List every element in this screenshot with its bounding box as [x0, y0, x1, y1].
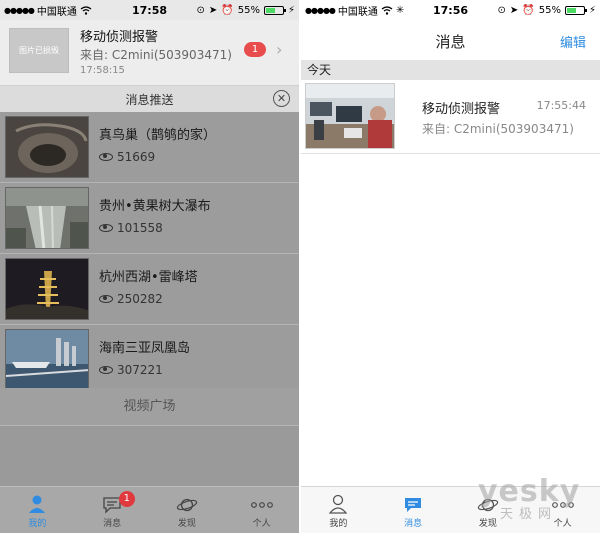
view-count-value: 101558	[117, 221, 163, 235]
battery-percent: 55%	[538, 4, 561, 16]
tab-label: 我的	[28, 519, 47, 529]
eye-icon	[99, 224, 113, 232]
tab-label: 发现	[177, 519, 196, 529]
video-list: 真鸟巢（鹊鸲的家） 51669 贵州•黄果树大瀑布 101558 杭州西湖•雷峰…	[0, 112, 299, 396]
lock-rotation-icon: ⊙	[196, 4, 205, 16]
screenshot-pair: ●●●●● 中国联通 17:58 ⊙ ➤ ⏰ 55% ⚡ 图片已损毁 移动侦测报…	[0, 0, 600, 533]
lock-rotation-icon: ⊙	[497, 4, 506, 16]
notification-badge: 1	[244, 42, 266, 57]
alert-notification[interactable]: 图片已损毁 移动侦测报警 来自: C2mini(503903471) 17:58…	[0, 20, 299, 86]
location-icon: ➤	[208, 4, 218, 16]
signal-icon: ●●●●●	[4, 5, 35, 15]
person-icon	[329, 494, 348, 514]
notification-source: 来自: C2mini(503903471)	[80, 48, 232, 62]
view-count: 250282	[99, 292, 163, 306]
tab-label: 消息	[103, 519, 122, 529]
video-title: 贵州•黄果树大瀑布	[99, 199, 211, 214]
status-time: 17:58	[131, 3, 167, 17]
status-right-icons: ⊙ ➤ ⏰ 55% ⚡	[486, 4, 597, 16]
alert-snapshot-thumbnail	[305, 83, 395, 149]
carrier-name: 中国联通	[36, 6, 77, 18]
tab-badge: 1	[118, 491, 135, 507]
charging-icon: ⚡	[287, 4, 295, 16]
wifi-icon	[80, 5, 92, 15]
chevron-right-icon: ›	[276, 40, 283, 59]
carrier-name: 中国联通	[337, 6, 378, 18]
status-time: 17:56	[432, 3, 468, 17]
tab-mine[interactable]: 我的	[301, 487, 376, 533]
loading-spinner-icon: ✳	[395, 4, 405, 16]
battery-icon	[263, 5, 286, 15]
video-thumbnail-nest	[5, 116, 89, 178]
notification-time: 17:58:15	[80, 65, 125, 76]
alarm-icon: ⏰	[221, 4, 234, 16]
location-icon: ➤	[509, 4, 519, 16]
tab-mine[interactable]: 我的	[0, 487, 75, 533]
list-item[interactable]: 贵州•黄果树大瀑布 101558	[0, 183, 299, 254]
view-count: 307221	[99, 363, 163, 377]
eye-icon	[99, 153, 113, 161]
view-count-value: 250282	[117, 292, 163, 306]
tab-label: 发现	[478, 519, 497, 529]
planet-icon	[176, 498, 198, 512]
eye-icon	[99, 295, 113, 303]
push-title: 消息推送	[125, 93, 174, 107]
list-item[interactable]: 真鸟巢（鹊鸲的家） 51669	[0, 112, 299, 183]
view-count: 101558	[99, 221, 163, 235]
video-title: 海南三亚凤凰岛	[99, 341, 191, 356]
watermark-subtext: 天极网	[500, 507, 558, 522]
notification-thumbnail: 图片已损毁	[9, 28, 69, 73]
left-phone-screen: ●●●●● 中国联通 17:58 ⊙ ➤ ⏰ 55% ⚡ 图片已损毁 移动侦测报…	[0, 0, 299, 533]
wifi-icon	[381, 5, 393, 15]
person-icon	[29, 495, 46, 513]
tab-label: 个人	[252, 519, 271, 529]
battery-fill	[265, 7, 275, 13]
tab-discover[interactable]: 发现	[150, 487, 225, 533]
video-thumbnail-waterfall	[5, 187, 89, 249]
signal-icon: ●●●●●	[305, 5, 336, 15]
notification-title: 移动侦测报警	[80, 30, 159, 45]
chat-icon	[405, 498, 422, 512]
tab-label: 消息	[404, 519, 423, 529]
video-title: 真鸟巢（鹊鸲的家）	[99, 128, 217, 143]
status-bar: ●●●●● 中国联通 ✳ 17:56 ⊙ ➤ ⏰ 55% ⚡	[301, 0, 600, 20]
more-icon	[250, 502, 273, 508]
charging-icon: ⚡	[588, 4, 596, 16]
tab-bar: 我的 1 消息 发现 个人	[0, 486, 299, 533]
carrier-info: ●●●●● 中国联通 ✳	[305, 3, 415, 18]
tab-messages[interactable]: 消息	[376, 487, 451, 533]
close-icon[interactable]: ✕	[273, 90, 290, 107]
view-count-value: 307221	[117, 363, 163, 377]
status-right-icons: ⊙ ➤ ⏰ 55% ⚡	[185, 4, 296, 16]
tab-messages[interactable]: 1 消息	[75, 487, 150, 533]
page-title: 消息	[435, 33, 466, 51]
section-header-today: 今天	[301, 60, 600, 80]
eye-icon	[99, 366, 113, 374]
video-title: 杭州西湖•雷峰塔	[99, 270, 198, 285]
message-time: 17:55:44	[536, 99, 586, 112]
tab-profile[interactable]: 个人	[224, 487, 299, 533]
push-header: 消息推送 ✕	[0, 86, 299, 112]
status-bar: ●●●●● 中国联通 17:58 ⊙ ➤ ⏰ 55% ⚡	[0, 0, 299, 20]
message-source: 来自: C2mini(503903471)	[422, 122, 574, 136]
battery-icon	[564, 5, 587, 15]
message-row[interactable]: 移动侦测报警 17:55:44 来自: C2mini(503903471)	[301, 80, 600, 154]
alarm-icon: ⏰	[522, 4, 535, 16]
view-count-value: 51669	[117, 150, 156, 164]
carrier-info: ●●●●● 中国联通	[4, 3, 114, 18]
tab-label: 我的	[329, 519, 348, 529]
video-plaza-link[interactable]: 视频广场	[0, 388, 299, 426]
battery-fill	[566, 7, 576, 13]
list-item[interactable]: 杭州西湖•雷峰塔 250282	[0, 254, 299, 325]
nav-bar: 消息 编辑	[301, 20, 600, 60]
view-count: 51669	[99, 150, 155, 164]
edit-button[interactable]: 编辑	[560, 32, 586, 51]
video-thumbnail-pagoda	[5, 258, 89, 320]
video-thumbnail-island	[5, 329, 89, 391]
list-item[interactable]: 海南三亚凤凰岛 307221	[0, 325, 299, 396]
right-phone-screen: ●●●●● 中国联通 ✳ 17:56 ⊙ ➤ ⏰ 55% ⚡ 消息 编辑 今天	[301, 0, 600, 533]
battery-percent: 55%	[237, 4, 260, 16]
message-title: 移动侦测报警	[422, 102, 501, 117]
